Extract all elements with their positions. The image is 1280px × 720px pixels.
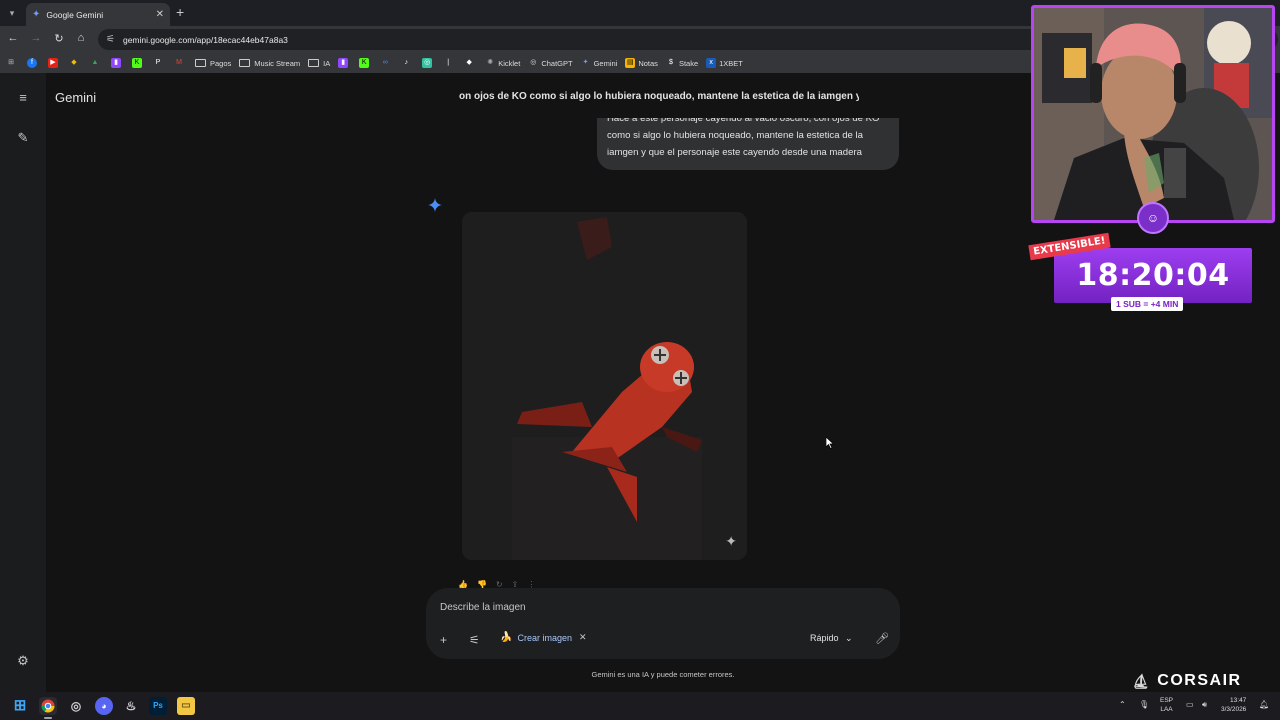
kick2-bookmark-icon[interactable]: K xyxy=(359,58,372,68)
folder-icon xyxy=(308,59,320,67)
streamlabs-bookmark-icon[interactable]: ◎ xyxy=(422,58,435,68)
tab-search-icon[interactable]: ▾ xyxy=(4,5,20,21)
bookmark-notas[interactable]: ▤ Notas xyxy=(625,58,658,68)
gemini-favicon-icon: ✦ xyxy=(32,9,41,20)
prompt-composer: Describe la imagen + ⚟ 🍌 Crear imagen ✕ … xyxy=(426,588,900,659)
streamer-webcam-image xyxy=(1034,8,1272,220)
notification-icon[interactable]: 🔔︎ xyxy=(1259,700,1269,709)
notion-bookmark-icon[interactable]: ◆ xyxy=(464,58,477,68)
tab-google-gemini[interactable]: ✦ Google Gemini ✕ xyxy=(26,3,170,26)
apps-icon[interactable]: ⊞ xyxy=(6,58,19,68)
youtube-bookmark-icon[interactable]: ▶ xyxy=(48,58,61,68)
photoshop-taskbar-icon[interactable]: Ps xyxy=(149,697,167,715)
channel-avatar-icon: ☺ xyxy=(1137,202,1169,234)
active-indicator xyxy=(44,717,52,719)
kick-bookmark-icon[interactable]: K xyxy=(132,58,145,68)
bookmark-folder-music-stream[interactable]: Music Stream xyxy=(239,59,300,68)
bookmark-1xbet[interactable]: x 1XBET xyxy=(706,58,743,68)
user-prompt-bubble: Hace a este personaje cayendo al vacio o… xyxy=(597,118,899,170)
chrome-taskbar-icon[interactable] xyxy=(39,697,57,715)
sub-rule-label: 1 SUB = +4 MIN xyxy=(1111,297,1184,311)
prompt-input[interactable]: Describe la imagen xyxy=(440,602,526,613)
kickbot-bookmark-icon[interactable]: P xyxy=(153,58,166,68)
mouse-cursor-icon xyxy=(826,437,834,449)
windows-start-icon[interactable]: ⊞ xyxy=(11,697,29,715)
steam-taskbar-icon[interactable]: ♨ xyxy=(122,697,140,715)
chevron-down-icon: ⌄ xyxy=(845,633,853,643)
new-chat-icon[interactable]: ✎ xyxy=(15,130,31,146)
bookmark-chatgpt[interactable]: ◎ ChatGPT xyxy=(528,58,572,68)
disclaimer-text: Gemini es una IA y puede cometer errores… xyxy=(591,670,735,679)
bookmark-folder-ia[interactable]: IA xyxy=(308,59,330,68)
forward-icon[interactable]: → xyxy=(29,32,43,44)
banana-icon: 🍌 xyxy=(500,632,513,643)
add-icon[interactable]: + xyxy=(440,633,447,647)
new-tab-icon[interactable]: + xyxy=(176,4,184,20)
chip-label: Crear imagen xyxy=(517,632,572,643)
tiktok-bookmark-icon[interactable]: ♪ xyxy=(401,58,414,68)
url-text: gemini.google.com/app/18ecac44eb47a8a3 xyxy=(122,34,288,45)
discord-taskbar-icon[interactable]: ◕ xyxy=(95,697,113,715)
falling-character-illustration xyxy=(462,212,747,560)
home-icon[interactable]: ⌂ xyxy=(74,32,88,44)
tray-overflow-icon[interactable]: ⌃ xyxy=(1119,700,1126,709)
bookmark-gemini[interactable]: ✦ Gemini xyxy=(581,58,618,68)
corsair-logo: ⛵︎ CORSAIR xyxy=(1132,672,1242,689)
create-image-chip[interactable]: 🍌 Crear imagen ✕ xyxy=(500,632,587,643)
back-icon[interactable]: ← xyxy=(6,32,20,44)
twitch2-bookmark-icon[interactable]: ▮ xyxy=(338,58,351,68)
generated-image[interactable]: ✦ xyxy=(462,212,747,560)
subathon-timer: 18:20:04 xyxy=(1054,248,1252,303)
drive-bookmark-icon[interactable]: ▲ xyxy=(90,58,103,68)
site-info-icon[interactable]: ⚟ xyxy=(106,34,115,45)
file-explorer-taskbar-icon[interactable]: ▭ xyxy=(177,697,195,715)
reload-icon[interactable]: ↻ xyxy=(52,32,66,45)
clock[interactable]: 13:47 3/3/2026 xyxy=(1221,696,1246,714)
network-icon[interactable]: ▭ xyxy=(1186,700,1194,709)
windows-taskbar: ⊞ ◎ ◕ ♨ Ps ▭ ⌃ 🎙︎ ESP LAA ▭ 🔊︎ 13:47 3/3… xyxy=(0,692,1280,720)
misc-bookmark-icon[interactable]: ❘ xyxy=(443,58,456,68)
binance-bookmark-icon[interactable]: ◆ xyxy=(69,58,82,68)
gmail-bookmark-icon[interactable]: M xyxy=(174,58,187,68)
user-prompt-text: Hace a este personaje cayendo al vacio o… xyxy=(607,118,880,158)
facebook-bookmark-icon[interactable]: f xyxy=(27,58,40,68)
mode-label: Rápido xyxy=(810,633,839,643)
timer-value: 18:20:04 xyxy=(1076,258,1230,293)
microphone-icon[interactable]: 🎤︎ xyxy=(875,632,889,645)
tab-title: Google Gemini xyxy=(46,9,104,20)
close-tab-icon[interactable]: ✕ xyxy=(156,9,164,20)
mic-tray-icon[interactable]: 🎙︎ xyxy=(1139,700,1149,709)
folder-icon xyxy=(195,59,206,67)
bookmark-kicklet[interactable]: ✺ Kicklet xyxy=(485,58,520,68)
volume-icon[interactable]: 🔊︎ xyxy=(1202,700,1207,709)
remove-chip-icon[interactable]: ✕ xyxy=(579,632,587,643)
menu-icon[interactable]: ≡ xyxy=(15,90,31,105)
tools-icon[interactable]: ⚟ xyxy=(469,633,480,647)
settings-gear-icon[interactable]: ⚙ xyxy=(15,653,31,669)
bookmark-stake[interactable]: $ Stake xyxy=(666,58,698,68)
mode-selector[interactable]: Rápido ⌄ xyxy=(810,633,853,644)
gemini-spark-icon xyxy=(428,198,442,212)
side-rail: ≡ ✎ ⚙ xyxy=(0,73,46,693)
language-indicator[interactable]: ESP LAA xyxy=(1160,696,1173,714)
image-sparkle-icon: ✦ xyxy=(725,533,737,549)
webcam-feed xyxy=(1031,5,1275,223)
twitch-bookmark-icon[interactable]: ▮ xyxy=(111,58,124,68)
corsair-sails-icon: ⛵︎ xyxy=(1132,672,1152,689)
folder-icon xyxy=(239,59,251,67)
brand-title: Gemini xyxy=(55,90,97,105)
meta-bookmark-icon[interactable]: ∞ xyxy=(380,58,393,68)
chatgpt-taskbar-icon[interactable]: ◎ xyxy=(67,697,85,715)
bookmark-folder-pagos[interactable]: Pagos xyxy=(195,59,231,68)
conversation-title[interactable]: on ojos de KO como si algo lo hubiera no… xyxy=(459,91,859,102)
